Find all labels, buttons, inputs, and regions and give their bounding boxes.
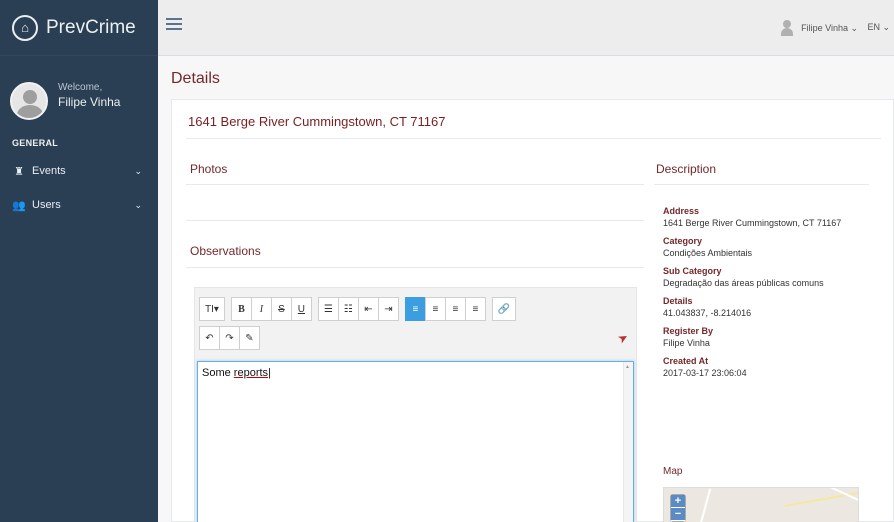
divider (186, 184, 644, 185)
topbar: Filipe Vinha ⌄ EN ⌄ (158, 0, 894, 56)
details-panel: 1641 Berge River Cummingstown, CT 71167 … (171, 99, 894, 522)
italic-button[interactable]: I (250, 297, 272, 321)
sidebar-section-general: GENERAL (12, 138, 59, 148)
editor-toolbar: TI▾ B I S U ☰ ☷ ⇤ ⇥ ≡ ≡ ≡ ≡ 🔗 (199, 297, 522, 321)
justify-button[interactable]: ≡ (464, 297, 486, 321)
divider (654, 184, 869, 185)
sidebar-item-label: Users (32, 199, 61, 211)
sidebar: ⌂ PrevCrime Welcome, Filipe Vinha GENERA… (0, 0, 158, 522)
text-cursor: | (268, 367, 271, 379)
divider (186, 138, 881, 139)
map-road (698, 488, 712, 522)
address-value: 1641 Berge River Cummingstown, CT 71167 (663, 218, 842, 228)
indent-button[interactable]: ⇥ (377, 297, 399, 321)
redo-button[interactable]: ↷ (219, 326, 240, 350)
map-heading: Map (663, 466, 683, 477)
profile: Welcome, Filipe Vinha (0, 56, 158, 134)
align-left-button[interactable]: ≡ (404, 297, 426, 321)
align-right-button[interactable]: ≡ (444, 297, 466, 321)
divider (186, 267, 644, 268)
details-label: Details (663, 296, 693, 306)
bold-button[interactable]: B (230, 297, 252, 321)
address-title: 1641 Berge River Cummingstown, CT 71167 (188, 114, 446, 129)
created-value: 2017-03-17 23:06:04 (663, 368, 747, 378)
language-dropdown[interactable]: EN ⌄ (867, 22, 890, 33)
divider (186, 220, 644, 221)
observation-text: Some (202, 367, 234, 379)
building-shield-icon: ⌂ (12, 14, 38, 41)
sidebar-item-events[interactable]: ♜ Events ⌄ (0, 160, 158, 182)
textarea-scrollbar[interactable] (623, 362, 633, 522)
address-label: Address (663, 206, 700, 216)
editor-toolbar-row2: ↶ ↷ ✎ (199, 326, 266, 350)
send-icon[interactable]: ➤ (615, 329, 631, 346)
page-title: Details (171, 70, 220, 87)
brand-name: PrevCrime (46, 16, 136, 38)
font-size-dropdown[interactable]: TI▾ (199, 297, 225, 321)
events-icon: ♜ (14, 165, 24, 178)
category-label: Category (663, 236, 703, 246)
chevron-down-icon: ⌄ (134, 199, 142, 210)
observations-textarea[interactable]: Some reports| (197, 361, 634, 522)
register-label: Register By (663, 326, 714, 336)
map[interactable]: + − (663, 487, 859, 522)
user-avatar-icon (779, 18, 795, 38)
observations-editor: TI▾ B I S U ☰ ☷ ⇤ ⇥ ≡ ≡ ≡ ≡ 🔗 ↶ ↷ ✎ ➤ So… (194, 287, 637, 522)
pen-icon[interactable]: ✎ (239, 326, 260, 350)
undo-button[interactable]: ↶ (199, 326, 220, 350)
outdent-button[interactable]: ⇤ (357, 297, 379, 321)
link-icon[interactable]: 🔗 (491, 297, 517, 321)
brand[interactable]: ⌂ PrevCrime (0, 0, 158, 56)
bullet-list-button[interactable]: ☰ (317, 297, 339, 321)
sidebar-item-label: Events (32, 165, 66, 177)
subcategory-label: Sub Category (663, 266, 722, 276)
description-heading: Description (656, 162, 717, 176)
description-list: Address 1641 Berge River Cummingstown, C… (663, 206, 873, 386)
subcategory-value: Degradação das áreas públicas comuns (663, 278, 824, 288)
chevron-down-icon: ⌄ (134, 165, 142, 176)
category-value: Condições Ambientais (663, 248, 753, 258)
welcome-text: Welcome, (58, 81, 103, 93)
align-center-button[interactable]: ≡ (424, 297, 446, 321)
user-menu-label: Filipe Vinha ⌄ (801, 22, 858, 33)
sidebar-item-users[interactable]: 👥 Users ⌄ (0, 194, 158, 216)
profile-username: Filipe Vinha (58, 94, 121, 109)
map-zoom-control: + − (670, 494, 686, 522)
strikethrough-button[interactable]: S (270, 297, 292, 321)
zoom-out-button[interactable]: − (671, 508, 685, 521)
details-value: 41.043837, -8.214016 (663, 308, 752, 318)
photos-heading: Photos (190, 162, 228, 176)
underline-button[interactable]: U (290, 297, 312, 321)
users-icon: 👥 (12, 199, 26, 212)
numbered-list-button[interactable]: ☷ (337, 297, 359, 321)
created-label: Created At (663, 356, 709, 366)
avatar (10, 82, 48, 120)
observation-text-misspelled: reports (233, 367, 269, 379)
zoom-in-button[interactable]: + (671, 495, 685, 508)
menu-toggle-icon[interactable] (166, 18, 182, 32)
observations-heading: Observations (190, 244, 261, 258)
register-value: Filipe Vinha (663, 338, 710, 348)
user-menu[interactable]: Filipe Vinha ⌄ (779, 18, 858, 38)
